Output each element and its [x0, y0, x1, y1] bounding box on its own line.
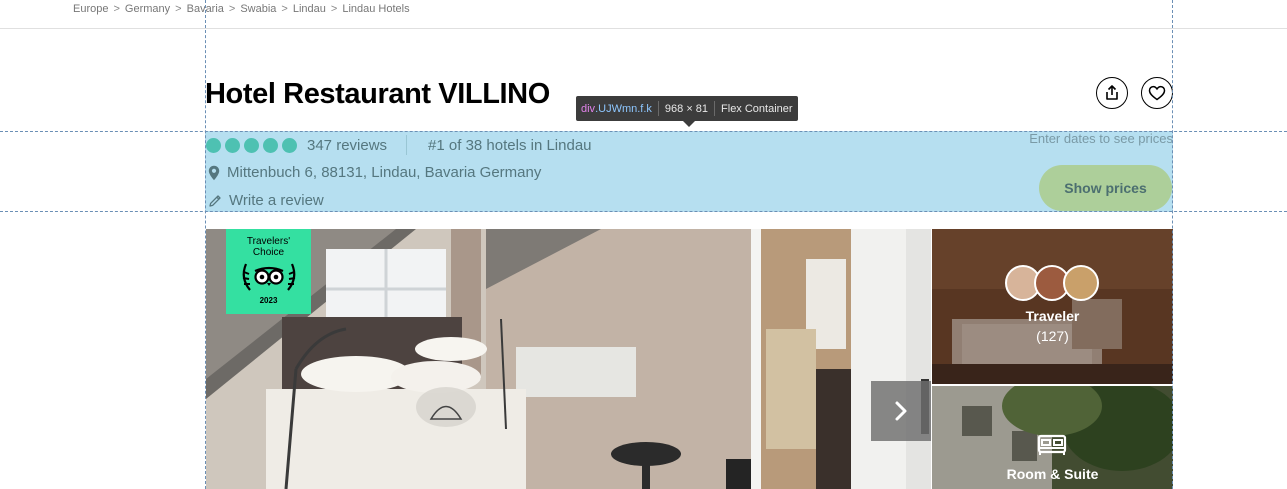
room-photo-image	[206, 229, 931, 489]
traveler-count: (127)	[1036, 328, 1069, 344]
dates-hint: Enter dates to see prices	[1029, 131, 1173, 146]
traveler-avatars	[1005, 265, 1099, 301]
avatar	[1063, 265, 1099, 301]
share-icon	[1106, 85, 1118, 100]
write-review-label: Write a review	[229, 192, 324, 209]
tooltip-divider	[714, 101, 716, 116]
main-photo[interactable]: Travelers' Choice 2023	[206, 229, 931, 489]
page-title: Hotel Restaurant VILLINO	[205, 78, 550, 110]
tooltip-tag: div	[581, 102, 596, 115]
rating-divider	[406, 135, 408, 155]
traveler-photos-tile[interactable]: Traveler (127)	[932, 229, 1173, 384]
badge-year: 2023	[259, 296, 278, 305]
pencil-icon	[209, 194, 221, 207]
address-text: Mittenbuch 6, 88131, Lindau, Bavaria Ger…	[227, 164, 542, 181]
breadcrumb-separator: >	[113, 3, 120, 15]
rating-bubble	[225, 137, 240, 153]
tooltip-type: Flex Container	[721, 102, 793, 115]
breadcrumb-lindau[interactable]: Lindau	[293, 3, 326, 15]
breadcrumb-separator: >	[175, 3, 182, 15]
header-divider	[0, 28, 1287, 29]
share-button[interactable]	[1096, 77, 1128, 109]
breadcrumb-separator: >	[330, 3, 338, 15]
show-prices-button[interactable]: Show prices	[1039, 165, 1172, 211]
rating-bubble	[244, 137, 259, 153]
bed-icon	[1037, 434, 1067, 455]
map-pin-icon	[208, 165, 220, 180]
save-button[interactable]	[1141, 77, 1173, 109]
room-suite-label: Room & Suite	[1006, 466, 1099, 482]
rating-bubble	[263, 137, 278, 153]
devtools-guide-line	[0, 211, 1287, 212]
heart-icon	[1148, 85, 1166, 101]
rating-bubble	[282, 137, 297, 153]
room-suite-tile[interactable]: Room & Suite	[932, 386, 1173, 489]
devtools-guide-line	[205, 0, 206, 489]
tooltip-arrow	[683, 121, 695, 127]
tooltip-divider	[657, 101, 659, 116]
rating-row: 347 reviews #1 of 38 hotels in Lindau	[206, 135, 592, 155]
rating-bubble	[206, 137, 221, 153]
devtools-tooltip: div .UJWmn.f.k 968 × 81 Flex Container	[576, 96, 798, 121]
breadcrumb-europe[interactable]: Europe	[73, 3, 108, 15]
breadcrumb-separator: >	[281, 3, 288, 15]
next-photo-button[interactable]	[871, 381, 931, 441]
breadcrumb: Europe > Germany > Bavaria > Swabia > Li…	[73, 2, 410, 16]
tile-overlay	[932, 229, 1173, 384]
breadcrumb-germany[interactable]: Germany	[125, 3, 170, 15]
travelers-choice-badge: Travelers' Choice 2023	[226, 229, 311, 314]
badge-line-2: Choice	[252, 247, 285, 258]
tooltip-size: 968 × 81	[664, 102, 709, 115]
devtools-guide-line	[1172, 0, 1173, 489]
breadcrumb-separator: >	[228, 3, 236, 15]
breadcrumb-lindau-hotels[interactable]: Lindau Hotels	[342, 3, 409, 15]
owl-laurel-icon	[242, 263, 295, 291]
devtools-guide-line	[0, 131, 1287, 132]
hotel-rank[interactable]: #1 of 38 hotels in Lindau	[428, 137, 591, 154]
badge-line-1: Travelers'	[246, 236, 291, 247]
traveler-label: Traveler	[1025, 308, 1080, 324]
address-row[interactable]: Mittenbuch 6, 88131, Lindau, Bavaria Ger…	[208, 164, 541, 181]
write-review-link[interactable]: Write a review	[208, 192, 324, 209]
breadcrumb-swabia[interactable]: Swabia	[240, 3, 276, 15]
reviews-link[interactable]: 347 reviews	[307, 137, 387, 154]
tooltip-class: .UJWmn.f.k	[595, 102, 652, 115]
photo-gallery: Travelers' Choice 2023 Traveler (127) Ro…	[206, 229, 1173, 489]
chevron-right-icon	[895, 401, 907, 421]
